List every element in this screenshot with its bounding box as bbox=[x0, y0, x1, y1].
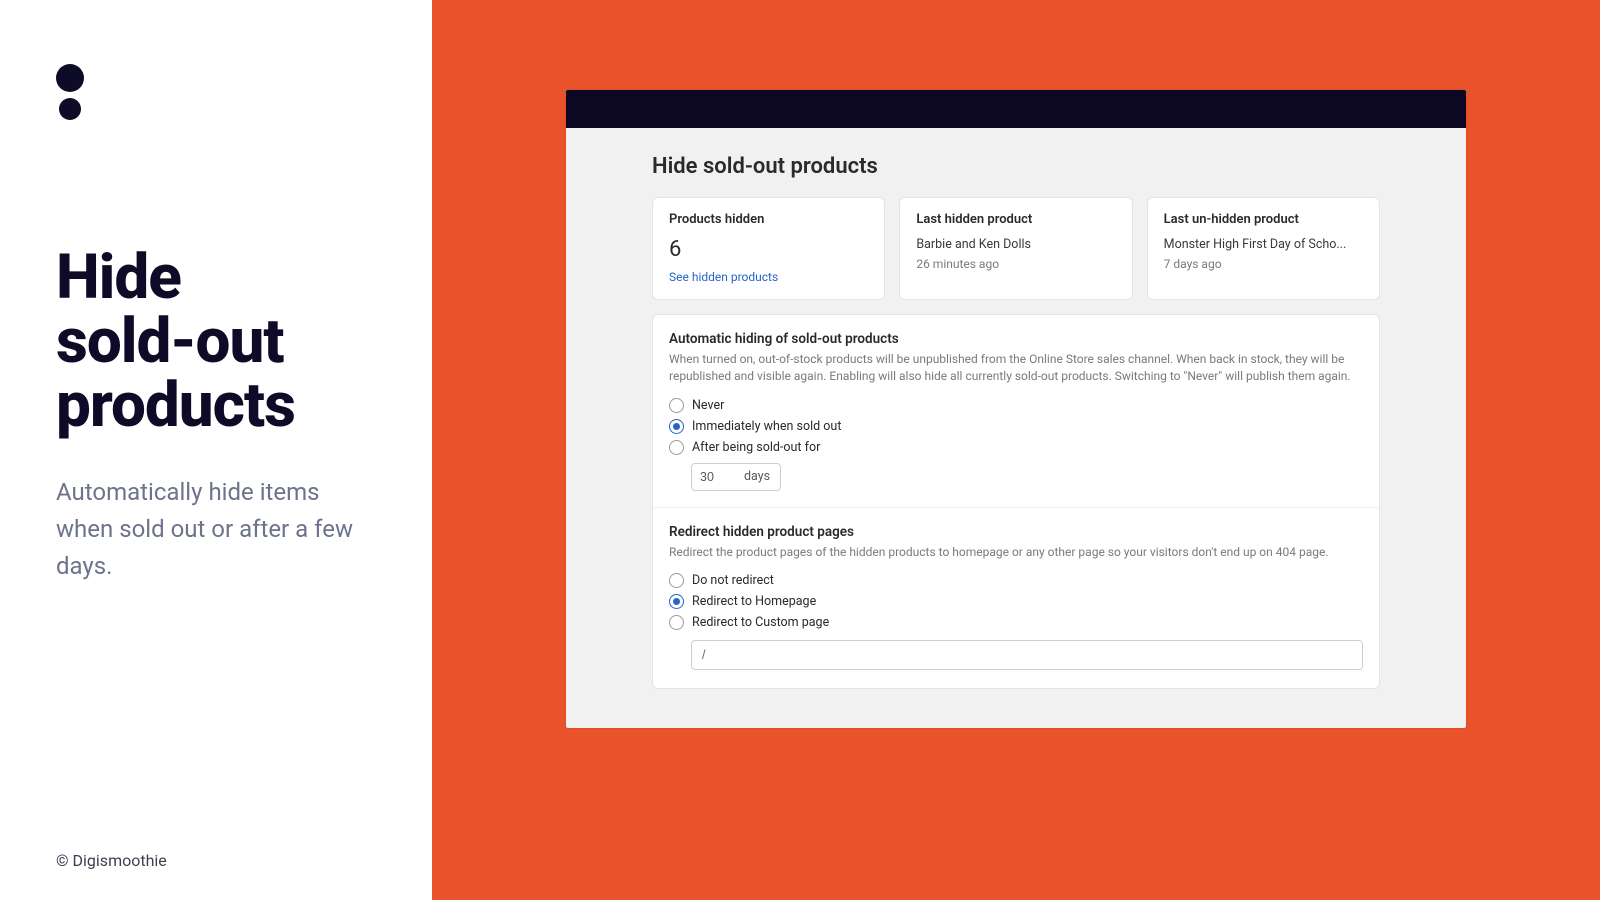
radio-icon bbox=[669, 419, 684, 434]
brand-logo-icon bbox=[56, 64, 376, 120]
radio-icon bbox=[669, 615, 684, 630]
redirect-section-title: Redirect hidden product pages bbox=[669, 524, 1363, 540]
radio-icon bbox=[669, 594, 684, 609]
radio-redirect-custom[interactable]: Redirect to Custom page bbox=[669, 615, 1363, 630]
stat-last-hidden-name: Barbie and Ken Dolls bbox=[916, 237, 1115, 252]
hero-subtitle: Automatically hide items when sold out o… bbox=[56, 474, 376, 586]
radio-never[interactable]: Never bbox=[669, 398, 1363, 413]
days-input[interactable] bbox=[692, 470, 744, 484]
copyright: © Digismoothie bbox=[56, 851, 167, 870]
stat-title: Last hidden product bbox=[916, 212, 1115, 227]
days-suffix: days bbox=[744, 469, 780, 484]
marketing-sidebar: Hide sold-out products Automatically hid… bbox=[0, 0, 432, 900]
stat-title: Last un-hidden product bbox=[1164, 212, 1363, 227]
stat-card-products-hidden: Products hidden 6 See hidden products bbox=[652, 197, 885, 300]
app-topbar bbox=[566, 90, 1466, 128]
custom-redirect-input[interactable] bbox=[691, 640, 1363, 670]
screenshot-backdrop: Hide sold-out products Products hidden 6… bbox=[432, 0, 1600, 900]
radio-immediate[interactable]: Immediately when sold out bbox=[669, 419, 1363, 434]
redirect-section-desc: Redirect the product pages of the hidden… bbox=[669, 544, 1363, 561]
radio-label: Redirect to Custom page bbox=[692, 615, 829, 630]
radio-redirect-home[interactable]: Redirect to Homepage bbox=[669, 594, 1363, 609]
settings-card: Automatic hiding of sold-out products Wh… bbox=[652, 314, 1380, 689]
radio-label: Immediately when sold out bbox=[692, 419, 841, 434]
page-title: Hide sold-out products bbox=[652, 154, 1380, 179]
stat-title: Products hidden bbox=[669, 212, 868, 227]
stat-last-hidden-time: 26 minutes ago bbox=[916, 257, 1115, 271]
stat-last-unhidden-name: Monster High First Day of Scho... bbox=[1164, 237, 1363, 252]
radio-label: Do not redirect bbox=[692, 573, 774, 588]
section-divider bbox=[653, 507, 1379, 508]
stat-last-unhidden-time: 7 days ago bbox=[1164, 257, 1363, 271]
stat-card-last-hidden: Last hidden product Barbie and Ken Dolls… bbox=[899, 197, 1132, 300]
radio-icon bbox=[669, 398, 684, 413]
see-hidden-products-link[interactable]: See hidden products bbox=[669, 270, 778, 284]
radio-label: Never bbox=[692, 398, 724, 413]
radio-label: After being sold-out for bbox=[692, 440, 820, 455]
radio-icon bbox=[669, 573, 684, 588]
auto-hide-section-desc: When turned on, out-of-stock products wi… bbox=[669, 351, 1363, 386]
radio-after-days[interactable]: After being sold-out for bbox=[669, 440, 1363, 455]
days-input-group: days bbox=[691, 463, 781, 491]
radio-label: Redirect to Homepage bbox=[692, 594, 816, 609]
app-window: Hide sold-out products Products hidden 6… bbox=[566, 90, 1466, 728]
radio-icon bbox=[669, 440, 684, 455]
radio-no-redirect[interactable]: Do not redirect bbox=[669, 573, 1363, 588]
auto-hide-section-title: Automatic hiding of sold-out products bbox=[669, 331, 1363, 347]
hero-title: Hide sold-out products bbox=[56, 246, 376, 438]
stat-hidden-count: 6 bbox=[669, 237, 868, 262]
stat-card-last-unhidden: Last un-hidden product Monster High Firs… bbox=[1147, 197, 1380, 300]
